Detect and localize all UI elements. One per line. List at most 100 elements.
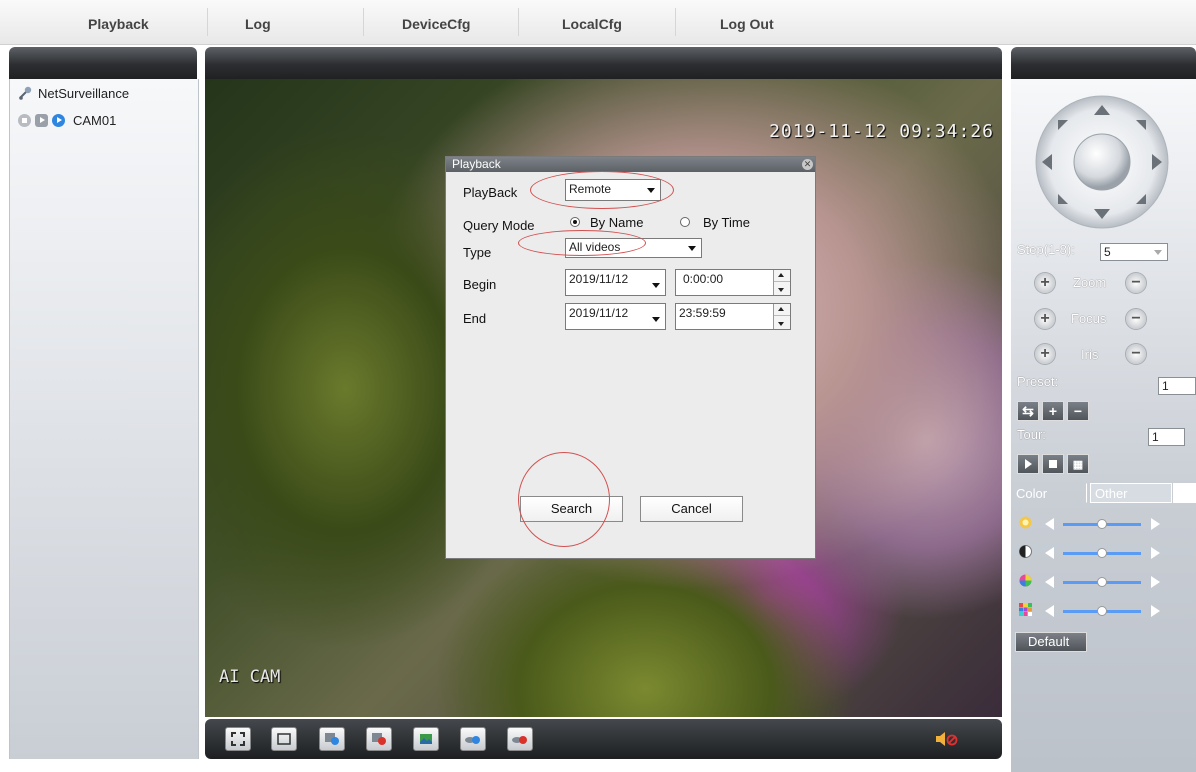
playback-dialog: Playback ✕ PlayBack Remote Query Mode By… <box>445 156 816 559</box>
tree-root-label: NetSurveillance <box>38 85 130 101</box>
default-button[interactable]: Default <box>1015 632 1087 652</box>
preset-label: Preset: <box>1017 374 1059 389</box>
right-panel-header <box>1011 47 1196 79</box>
stop-icon[interactable] <box>18 114 31 127</box>
nav-playback[interactable]: Playback <box>88 16 149 32</box>
top-nav: Playback Log DeviceCfg LocalCfg Log Out <box>0 0 1196 45</box>
add-preset-button[interactable]: + <box>1042 401 1064 421</box>
talk-icon[interactable] <box>460 727 486 751</box>
by-name-label: By Name <box>590 215 644 230</box>
begin-time-input[interactable]: 0:00:00 <box>675 269 791 296</box>
increase-icon[interactable] <box>1151 605 1160 617</box>
device-tree-panel: NetSurveillance CAM01 <box>9 79 199 759</box>
iris-close-button[interactable]: − <box>1126 344 1146 364</box>
begin-label: Begin <box>463 277 497 292</box>
end-date-value: 2019/11/12 <box>569 306 629 320</box>
tour-input[interactable]: 1 <box>1148 428 1185 446</box>
end-time-value: 23:59:59 <box>679 306 726 320</box>
brightness-icon <box>1019 516 1032 529</box>
slider-knob[interactable] <box>1097 548 1107 558</box>
time-spinner[interactable] <box>773 304 790 329</box>
nav-logout[interactable]: Log Out <box>720 16 774 32</box>
query-mode-label: Query Mode <box>463 218 535 233</box>
contrast-icon <box>1019 545 1032 558</box>
nav-divider <box>363 8 364 36</box>
decrease-icon[interactable] <box>1045 547 1054 559</box>
hue-slider[interactable] <box>1019 603 1169 619</box>
time-spinner[interactable] <box>773 270 790 295</box>
begin-time-value: 0:00:00 <box>683 272 724 286</box>
increase-icon[interactable] <box>1151 547 1160 559</box>
increase-icon[interactable] <box>1151 576 1160 588</box>
left-panel-header <box>9 47 197 79</box>
nav-log[interactable]: Log <box>245 16 271 32</box>
slider-knob[interactable] <box>1097 519 1107 529</box>
search-button[interactable]: Search <box>520 496 623 522</box>
ptz-dpad[interactable] <box>1024 93 1180 231</box>
tree-camera-item[interactable]: CAM01 <box>18 113 116 128</box>
close-icon[interactable]: ✕ <box>802 159 813 170</box>
stop-talk-icon[interactable] <box>507 727 533 751</box>
zoom-in-button[interactable]: + <box>1035 273 1055 293</box>
playback-value: Remote <box>569 182 612 196</box>
play-icon[interactable] <box>35 114 48 127</box>
chevron-down-icon <box>688 246 696 251</box>
playback-select[interactable]: Remote <box>565 179 661 201</box>
ptz-panel: Step(1-8): 5 + Zoom − + Focus − + Iris −… <box>1011 79 1196 772</box>
window-icon[interactable] <box>271 727 297 751</box>
iris-label: Iris <box>1081 347 1099 362</box>
end-time-input[interactable]: 23:59:59 <box>675 303 791 330</box>
type-value: All videos <box>569 240 621 254</box>
nav-localcfg[interactable]: LocalCfg <box>562 16 622 32</box>
saturation-icon <box>1019 574 1032 587</box>
by-time-label: By Time <box>703 215 750 230</box>
tab-color[interactable]: Color <box>1011 483 1087 503</box>
nav-devicecfg[interactable]: DeviceCfg <box>402 16 470 32</box>
video-toolbar <box>205 719 1002 759</box>
zoom-out-button[interactable]: − <box>1126 273 1146 293</box>
stop-record-icon[interactable] <box>366 727 392 751</box>
mute-icon[interactable] <box>935 731 959 750</box>
slider-knob[interactable] <box>1097 606 1107 616</box>
slider-knob[interactable] <box>1097 577 1107 587</box>
increase-icon[interactable] <box>1151 518 1160 530</box>
radio-by-time[interactable] <box>680 217 690 227</box>
live-icon[interactable] <box>52 114 65 127</box>
cancel-button[interactable]: Cancel <box>640 496 743 522</box>
step-value: 5 <box>1104 245 1111 259</box>
camera-label: CAM01 <box>73 113 117 128</box>
video-panel-header <box>205 47 1002 79</box>
tab-other[interactable]: Other <box>1090 483 1172 503</box>
record-icon[interactable] <box>319 727 345 751</box>
begin-date-picker[interactable]: 2019/11/12 <box>565 269 666 296</box>
network-icon <box>19 86 32 100</box>
step-select[interactable]: 5 <box>1100 243 1168 261</box>
tour-grid-button[interactable]: ▦ <box>1067 454 1089 474</box>
decrease-icon[interactable] <box>1045 576 1054 588</box>
iris-open-button[interactable]: + <box>1035 344 1055 364</box>
nav-divider <box>675 8 676 36</box>
fullscreen-icon[interactable] <box>225 727 251 751</box>
tour-label: Tour: <box>1017 427 1046 442</box>
focus-near-button[interactable]: + <box>1035 309 1055 329</box>
type-select[interactable]: All videos <box>565 238 702 258</box>
osd-timestamp: 2019-11-12 09:34:26 <box>769 121 994 142</box>
tab-strip-end <box>1173 483 1196 503</box>
end-date-picker[interactable]: 2019/11/12 <box>565 303 666 330</box>
decrease-icon[interactable] <box>1045 518 1054 530</box>
contrast-slider[interactable] <box>1019 545 1169 561</box>
tree-root[interactable]: NetSurveillance <box>18 85 129 101</box>
saturation-slider[interactable] <box>1019 574 1169 590</box>
goto-preset-button[interactable]: ⇆ <box>1017 401 1039 421</box>
remove-preset-button[interactable]: − <box>1067 401 1089 421</box>
focus-far-button[interactable]: − <box>1126 309 1146 329</box>
snapshot-icon[interactable] <box>413 727 439 751</box>
chevron-down-icon <box>652 317 660 322</box>
decrease-icon[interactable] <box>1045 605 1054 617</box>
radio-by-name[interactable] <box>570 217 580 227</box>
playback-label: PlayBack <box>463 185 518 200</box>
tour-play-button[interactable] <box>1017 454 1039 474</box>
tour-stop-button[interactable] <box>1042 454 1064 474</box>
brightness-slider[interactable] <box>1019 516 1169 532</box>
preset-input[interactable]: 1 <box>1158 377 1196 395</box>
